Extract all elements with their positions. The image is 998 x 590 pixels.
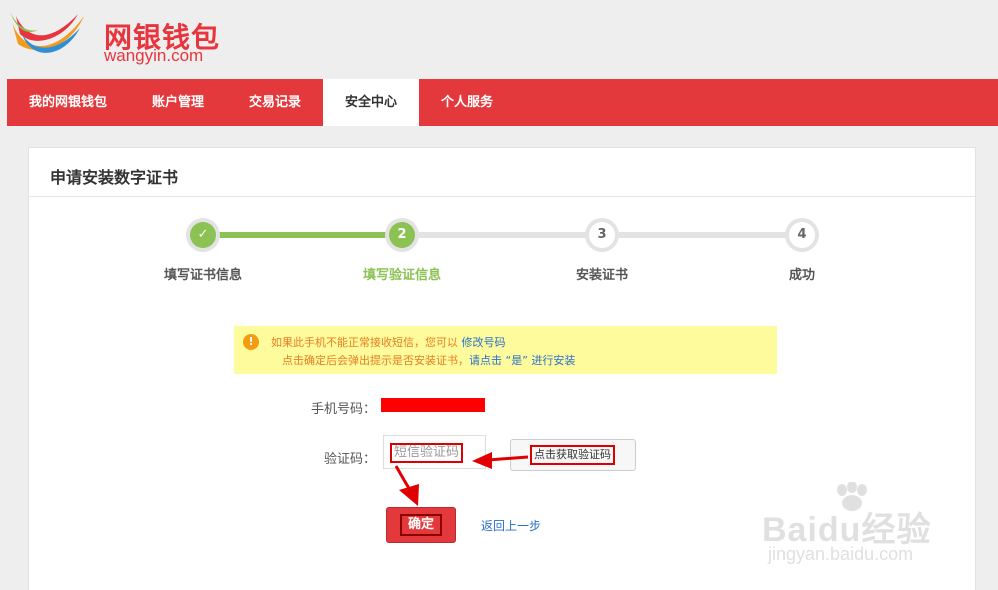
step-3-label: 安装证书 [575, 268, 628, 283]
check-icon: ✓ [190, 222, 216, 248]
step-connector [619, 232, 809, 238]
nav-item-security[interactable]: 安全中心 [323, 79, 419, 126]
step-2-label: 填写验证信息 [362, 268, 441, 283]
get-code-button[interactable]: 点击获取验证码 [510, 439, 636, 471]
notice-line-1-text: 如果此手机不能正常接收短信，您可以 [271, 336, 458, 349]
baidu-jingyan-watermark: Baidu经验 jingyan.baidu.com [762, 482, 962, 572]
wangyin-logo[interactable]: 网银钱包 wangyin.com [8, 8, 238, 65]
notice-line-2: 点击确定后会弹出提示是否安装证书，请点击 “是” 进行安装 [282, 352, 575, 368]
warning-icon: ! [243, 334, 259, 350]
modify-number-link[interactable]: 修改号码 [462, 336, 506, 349]
step-connector [419, 232, 609, 238]
phone-number-redacted [381, 398, 485, 412]
step-2-circle: 2 [385, 218, 419, 252]
sms-code-input[interactable]: 短信验证码 [383, 435, 486, 469]
logo-english-text: wangyin.com [104, 46, 204, 65]
sms-code-placeholder: 短信验证码 [390, 443, 464, 463]
step-3-number: 3 [589, 222, 615, 248]
step-1-label: 填写证书信息 [163, 268, 242, 283]
notice-line-2-text: 点击确定后会弹出提示是否安装证书， [282, 354, 469, 367]
page-title: 申请安装数字证书 [50, 168, 179, 187]
nav-item-my-wallet[interactable]: 我的网银钱包 [7, 79, 129, 126]
step-3-circle: 3 [585, 218, 619, 252]
nav-item-personal[interactable]: 个人服务 [419, 79, 515, 126]
step-4-circle: 4 [785, 218, 819, 252]
code-label: 验证码： [323, 452, 376, 467]
nav-item-transactions[interactable]: 交易记录 [227, 79, 323, 126]
nav-item-account[interactable]: 账户管理 [129, 79, 227, 126]
install-hint-link: 请点击 “是” 进行安装 [469, 354, 576, 367]
step-4-number: 4 [789, 222, 815, 248]
phone-label: 手机号码： [310, 402, 376, 417]
step-2-number: 2 [389, 222, 415, 248]
confirm-label: 确定 [400, 514, 442, 536]
step-connector-done [219, 232, 409, 238]
back-link[interactable]: 返回上一步 [481, 517, 541, 534]
sms-notice: ! 如果此手机不能正常接收短信，您可以 修改号码 点击确定后会弹出提示是否安装证… [234, 326, 777, 374]
wangyin-logo-icon [10, 12, 84, 53]
step-1-circle: ✓ [186, 218, 220, 252]
divider [29, 196, 975, 197]
main-nav: 我的网银钱包 账户管理 交易记录 安全中心 个人服务 [7, 79, 998, 126]
watermark-url: jingyan.baidu.com [768, 544, 914, 564]
confirm-button[interactable]: 确定 [386, 507, 456, 543]
notice-line-1: 如果此手机不能正常接收短信，您可以 修改号码 [271, 334, 506, 350]
step-4-label: 成功 [788, 268, 815, 283]
get-code-label: 点击获取验证码 [530, 445, 615, 465]
